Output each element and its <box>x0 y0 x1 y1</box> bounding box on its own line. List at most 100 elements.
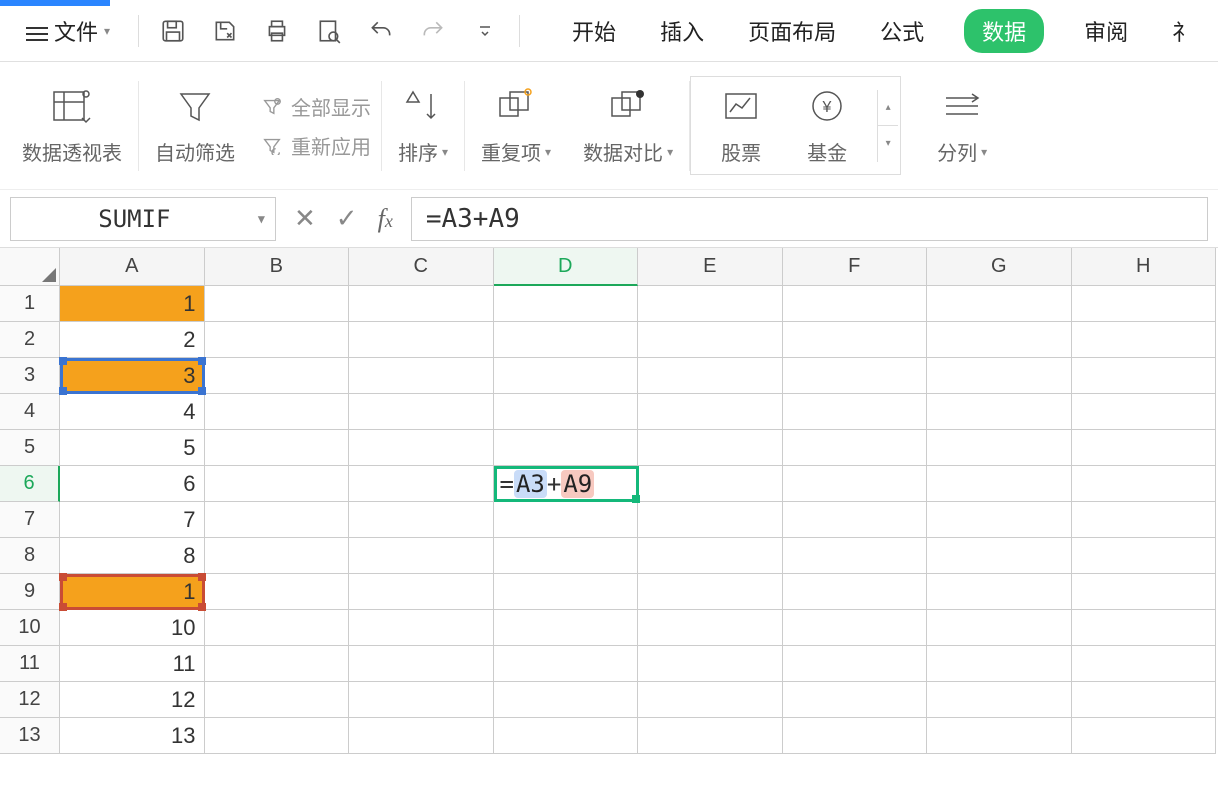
cell[interactable] <box>494 682 639 718</box>
cell[interactable] <box>638 358 783 394</box>
cell[interactable] <box>349 682 494 718</box>
row-header[interactable]: 10 <box>0 610 60 646</box>
qat-dropdown-icon[interactable] <box>471 17 499 45</box>
cell[interactable] <box>205 718 350 754</box>
cell[interactable] <box>783 394 928 430</box>
tab-insert[interactable]: 插入 <box>656 9 708 53</box>
preview-icon[interactable] <box>315 17 343 45</box>
col-header-H[interactable]: H <box>1072 248 1217 286</box>
cell[interactable]: 12 <box>60 682 205 718</box>
cell[interactable] <box>349 322 494 358</box>
cell[interactable] <box>927 538 1072 574</box>
cell[interactable] <box>1072 682 1217 718</box>
col-header-G[interactable]: G <box>927 248 1072 286</box>
cell[interactable] <box>927 718 1072 754</box>
reapply[interactable]: 重新应用 <box>261 131 371 160</box>
data-type-stepper[interactable]: ▴▾ <box>877 90 898 162</box>
fx-icon[interactable]: fx <box>378 204 393 234</box>
cell[interactable]: =A3+A9 <box>494 466 639 502</box>
cell[interactable] <box>205 682 350 718</box>
cell[interactable] <box>783 430 928 466</box>
cell[interactable] <box>494 322 639 358</box>
filter-group[interactable]: 自动筛选 <box>139 62 251 189</box>
cell[interactable] <box>927 574 1072 610</box>
cell[interactable] <box>638 286 783 322</box>
cell[interactable] <box>205 358 350 394</box>
save-icon[interactable] <box>159 17 187 45</box>
funds-group[interactable]: ¥ 基金 <box>791 85 863 166</box>
cell[interactable]: 2 <box>60 322 205 358</box>
cell[interactable] <box>783 610 928 646</box>
cell[interactable] <box>349 430 494 466</box>
cell[interactable]: 3 <box>60 358 205 394</box>
row-header[interactable]: 8 <box>0 538 60 574</box>
row-header[interactable]: 6 <box>0 466 60 502</box>
select-all-corner[interactable] <box>0 248 60 286</box>
compare-group[interactable]: 数据对比▾ <box>567 62 689 189</box>
accept-icon[interactable]: ✓ <box>336 203 358 234</box>
cell[interactable] <box>927 430 1072 466</box>
cell[interactable] <box>638 646 783 682</box>
cell[interactable] <box>349 610 494 646</box>
duplicates-group[interactable]: 重复项▾ <box>465 62 567 189</box>
tab-truncated[interactable]: 礻 <box>1168 9 1198 53</box>
col-header-A[interactable]: A <box>60 248 205 286</box>
cell[interactable] <box>205 574 350 610</box>
cell[interactable] <box>494 502 639 538</box>
cell[interactable] <box>1072 394 1217 430</box>
cell[interactable] <box>927 682 1072 718</box>
cell[interactable]: 7 <box>60 502 205 538</box>
cell[interactable] <box>1072 466 1217 502</box>
cell[interactable] <box>494 718 639 754</box>
cell[interactable]: 10 <box>60 610 205 646</box>
cell[interactable] <box>494 646 639 682</box>
cell[interactable] <box>927 358 1072 394</box>
formula-input[interactable]: =A3+A9 <box>411 197 1208 241</box>
cell[interactable] <box>1072 502 1217 538</box>
print-icon[interactable] <box>263 17 291 45</box>
cell[interactable] <box>1072 358 1217 394</box>
cancel-icon[interactable]: ✕ <box>294 203 316 234</box>
split-group[interactable]: 分列▾ <box>921 62 1003 189</box>
sort-group[interactable]: 排序▾ <box>382 62 464 189</box>
cell[interactable] <box>927 610 1072 646</box>
cell[interactable] <box>783 502 928 538</box>
row-header[interactable]: 7 <box>0 502 60 538</box>
cell[interactable] <box>205 538 350 574</box>
cell[interactable] <box>205 322 350 358</box>
cell[interactable] <box>927 394 1072 430</box>
show-all[interactable]: 全部显示 <box>261 92 371 121</box>
cell[interactable] <box>1072 574 1217 610</box>
name-box[interactable]: SUMIF ▼ <box>10 197 276 241</box>
cell[interactable] <box>1072 430 1217 466</box>
cell[interactable]: 8 <box>60 538 205 574</box>
cell[interactable] <box>494 358 639 394</box>
cell[interactable] <box>205 466 350 502</box>
cell[interactable] <box>349 718 494 754</box>
col-header-C[interactable]: C <box>349 248 494 286</box>
col-header-B[interactable]: B <box>205 248 350 286</box>
row-header[interactable]: 11 <box>0 646 60 682</box>
row-header[interactable]: 12 <box>0 682 60 718</box>
tab-data[interactable]: 数据 <box>964 9 1044 53</box>
cell[interactable] <box>1072 718 1217 754</box>
row-header[interactable]: 3 <box>0 358 60 394</box>
cell[interactable] <box>783 646 928 682</box>
cell[interactable] <box>783 682 928 718</box>
cell[interactable] <box>1072 322 1217 358</box>
cell[interactable] <box>927 502 1072 538</box>
cell[interactable] <box>349 358 494 394</box>
cell[interactable]: 13 <box>60 718 205 754</box>
cell[interactable] <box>205 430 350 466</box>
cell[interactable] <box>783 322 928 358</box>
cell[interactable] <box>205 646 350 682</box>
cell[interactable] <box>494 430 639 466</box>
cell[interactable] <box>1072 610 1217 646</box>
cell[interactable] <box>638 502 783 538</box>
cell[interactable] <box>349 574 494 610</box>
col-header-D[interactable]: D <box>494 248 639 286</box>
row-header[interactable]: 13 <box>0 718 60 754</box>
tab-review[interactable]: 审阅 <box>1080 9 1132 53</box>
cell[interactable] <box>638 610 783 646</box>
cell[interactable] <box>638 682 783 718</box>
